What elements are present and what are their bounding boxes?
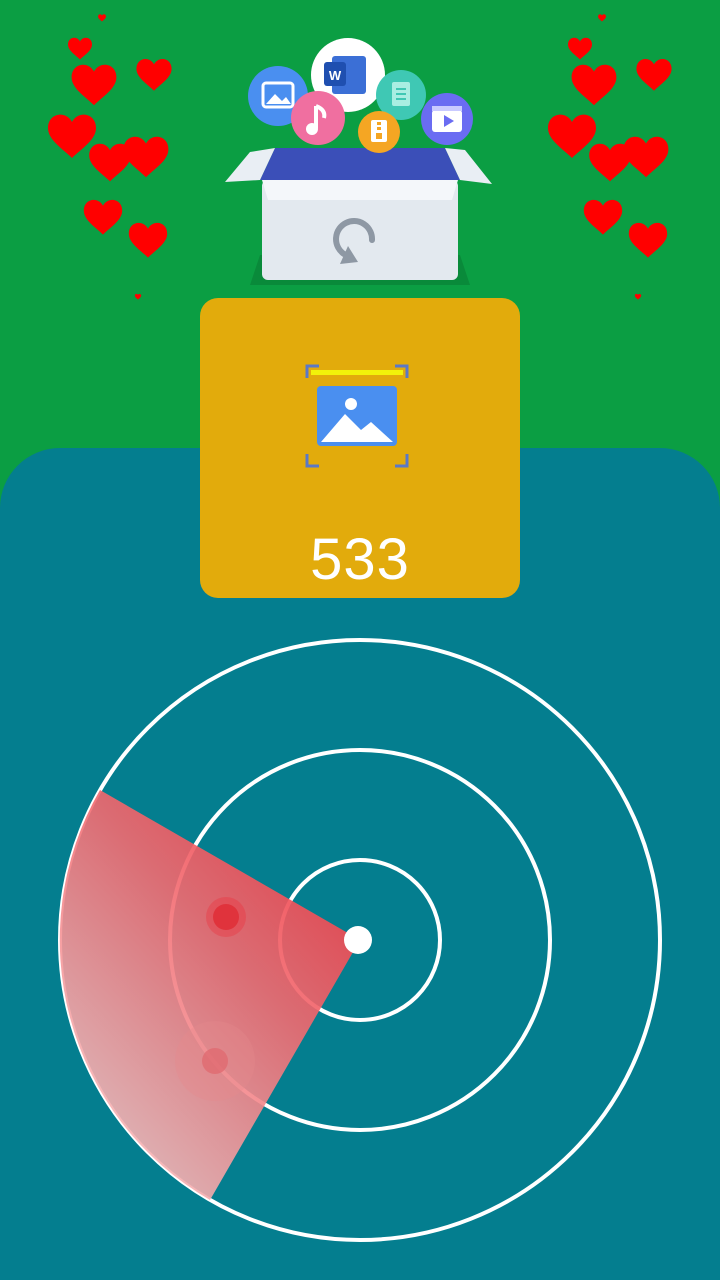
zip-archive-icon — [358, 111, 400, 153]
radar-blip — [206, 897, 246, 937]
radar-center-dot — [344, 926, 372, 954]
scan-result-card[interactable]: 533 — [200, 298, 520, 598]
radar-blip — [175, 1021, 255, 1101]
hearts-decoration-right — [548, 14, 672, 300]
hearts-decoration-left — [48, 14, 172, 300]
recovered-count: 533 — [310, 527, 410, 592]
radar-sweep — [59, 790, 361, 1200]
video-icon — [421, 93, 473, 145]
svg-text:W: W — [329, 68, 342, 83]
image-scan-icon — [305, 364, 409, 468]
music-icon — [291, 91, 345, 145]
file-recovery-box-illustration: W — [225, 38, 492, 285]
radar-scanner — [58, 638, 662, 1242]
